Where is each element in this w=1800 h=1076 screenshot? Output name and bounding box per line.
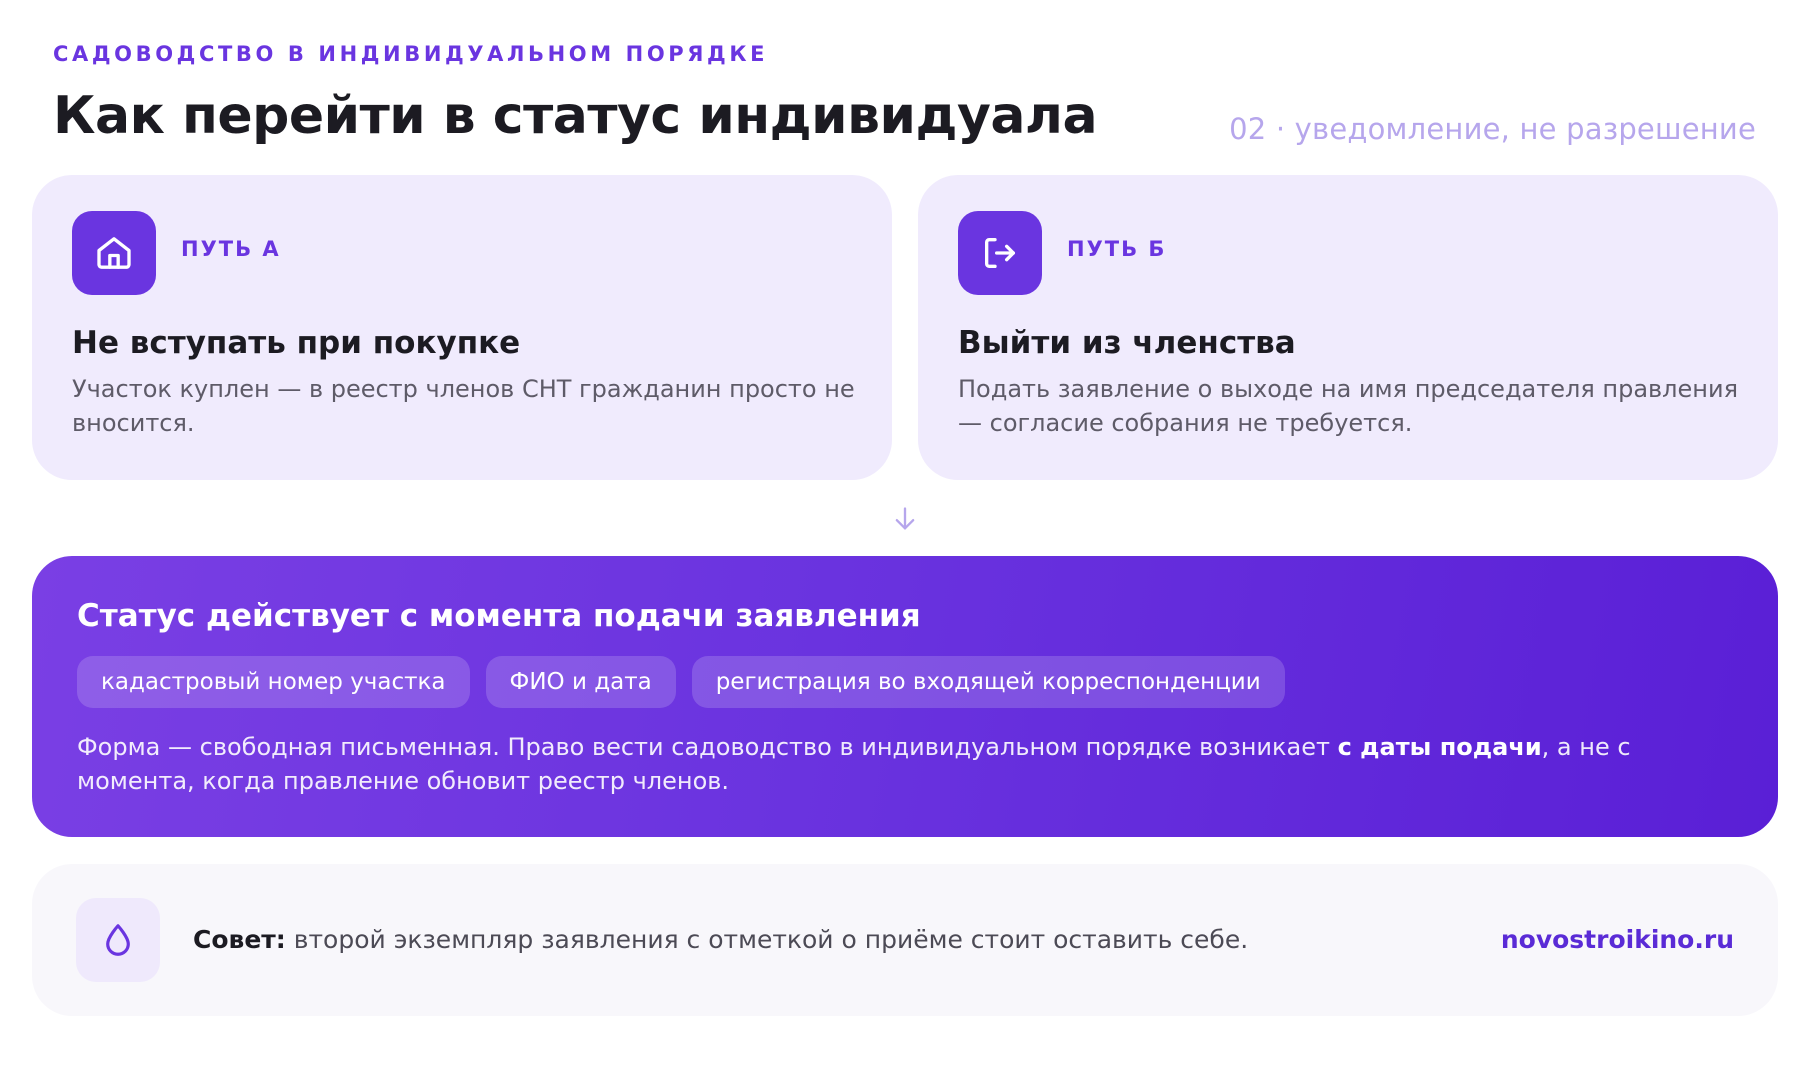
chip-cadastral: кадастровый номер участка [77, 656, 470, 708]
chip-registration: регистрация во входящей корреспонденции [691, 656, 1285, 708]
path-a-card: ПУТЬ А Не вступать при покупке Участок к… [32, 175, 892, 480]
tip-label: Совет: [193, 925, 286, 954]
path-b-card: ПУТЬ Б Выйти из членства Подать заявлени… [918, 175, 1778, 480]
eyebrow-label: САДОВОДСТВО В ИНДИВИДУАЛЬНОМ ПОРЯДКЕ [53, 42, 769, 66]
tip-text: Совет: второй экземпляр заявления с отме… [193, 922, 1248, 958]
path-a-title: Не вступать при покупке [72, 325, 521, 361]
path-b-title: Выйти из членства [958, 325, 1296, 361]
drop-icon [76, 898, 160, 982]
path-b-text: Подать заявление о выходе на имя председ… [958, 375, 1739, 437]
chip-name-date: ФИО и дата [485, 656, 676, 708]
page-title: Как перейти в статус индивидуала [53, 86, 1098, 146]
requirement-chips: кадастровый номер участка ФИО и дата рег… [77, 656, 1285, 708]
site-link[interactable]: novostroikino.ru [1501, 922, 1734, 958]
status-text: Форма — свободная письменная. Право вест… [77, 730, 1727, 798]
tip-body: второй экземпляр заявления с отметкой о … [285, 925, 1249, 954]
status-title: Статус действует с момента подачи заявле… [77, 598, 921, 634]
path-a-label: ПУТЬ А [181, 237, 281, 261]
path-a-text: Участок куплен — в реестр членов СНТ гра… [72, 375, 855, 437]
status-panel: Статус действует с момента подачи заявле… [32, 556, 1778, 837]
path-b-label: ПУТЬ Б [1067, 237, 1167, 261]
arrow-down-icon [891, 505, 919, 533]
tip-panel: Совет: второй экземпляр заявления с отме… [32, 864, 1778, 1016]
status-text-bold: с даты подачи [1337, 733, 1542, 761]
section-badge: 02 · уведомление, не разрешение [1229, 112, 1756, 146]
status-text-before: Форма — свободная письменная. Право вест… [77, 733, 1338, 761]
exit-icon [958, 211, 1042, 295]
home-icon [72, 211, 156, 295]
